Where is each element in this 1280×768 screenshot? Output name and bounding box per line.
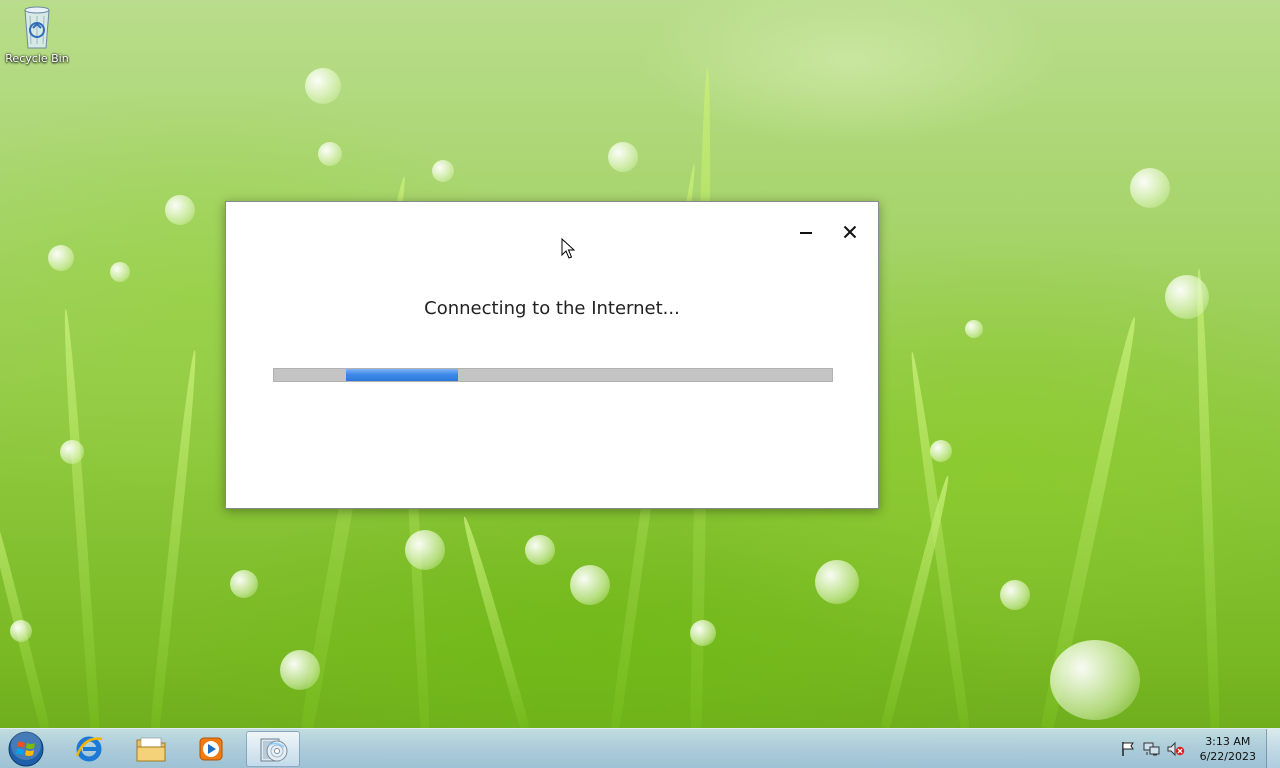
close-button[interactable] bbox=[836, 218, 864, 246]
status-text: Connecting to the Internet... bbox=[424, 298, 680, 319]
clock[interactable]: 3:13 AM 6/22/2023 bbox=[1200, 734, 1256, 764]
connecting-dialog: Connecting to the Internet... bbox=[225, 201, 879, 509]
network-icon bbox=[1143, 742, 1160, 756]
desktop-icon-label: Recycle Bin bbox=[5, 52, 69, 65]
desktop-icon-recycle-bin[interactable]: Recycle Bin bbox=[4, 6, 70, 65]
volume-muted-icon bbox=[1167, 741, 1184, 757]
action-center-button[interactable] bbox=[1119, 740, 1137, 758]
taskbar-internet-explorer[interactable] bbox=[62, 731, 116, 767]
action-center-flag-icon bbox=[1121, 742, 1134, 756]
recycle-bin-icon bbox=[22, 6, 52, 50]
desktop: Recycle Bin Connecting to the Internet..… bbox=[0, 0, 1280, 768]
progress-bar bbox=[273, 368, 833, 382]
volume-button[interactable] bbox=[1167, 740, 1185, 758]
system-tray: 3:13 AM 6/22/2023 bbox=[1116, 729, 1256, 768]
media-player-icon bbox=[199, 737, 223, 761]
internet-explorer-icon bbox=[75, 736, 103, 762]
mouse-cursor bbox=[561, 237, 576, 264]
clock-time: 3:13 AM bbox=[1205, 735, 1251, 748]
taskbar: 3:13 AM 6/22/2023 bbox=[0, 728, 1280, 768]
start-button[interactable] bbox=[3, 731, 49, 767]
taskbar-setup-program[interactable] bbox=[246, 731, 300, 767]
taskbar-windows-media-player[interactable] bbox=[184, 731, 238, 767]
folder-icon bbox=[136, 737, 166, 762]
windows-start-icon bbox=[8, 731, 44, 767]
close-icon bbox=[843, 225, 857, 239]
clock-date: 6/22/2023 bbox=[1199, 750, 1256, 763]
setup-disc-icon bbox=[260, 738, 288, 762]
minimize-button[interactable] bbox=[792, 218, 820, 246]
taskbar-windows-explorer[interactable] bbox=[124, 731, 178, 767]
show-desktop-button[interactable] bbox=[1266, 729, 1280, 768]
network-button[interactable] bbox=[1143, 740, 1161, 758]
minimize-icon bbox=[800, 232, 812, 234]
progress-bar-fill bbox=[346, 369, 458, 381]
